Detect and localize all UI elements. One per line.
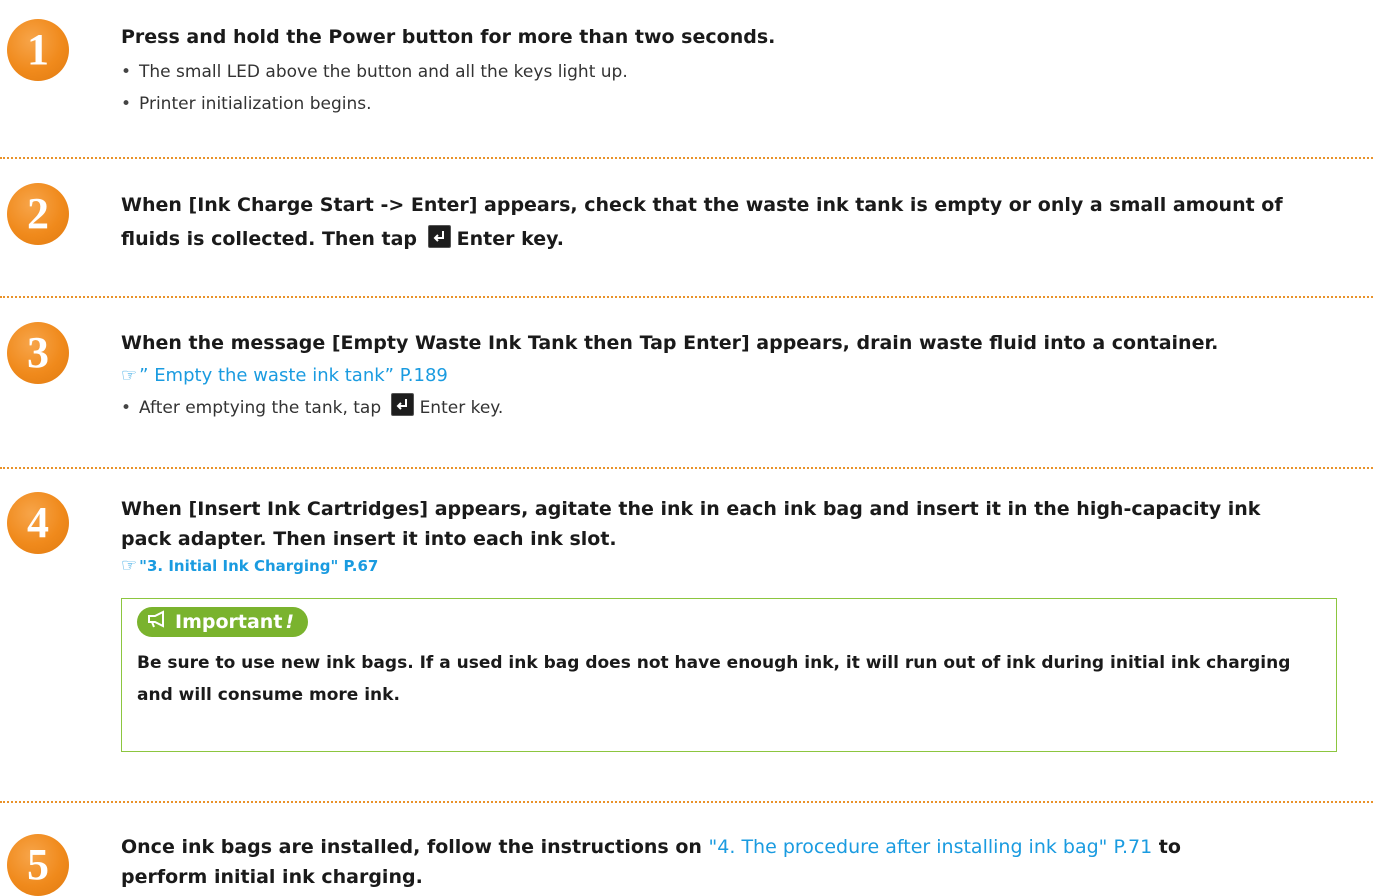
step-number-badge: 3 [7, 322, 69, 384]
step-number-badge: 5 [7, 834, 69, 896]
bullet-dot: • [121, 398, 132, 418]
megaphone-icon [147, 607, 169, 637]
reference-link[interactable]: "4. The procedure after installing ink b… [709, 836, 1153, 858]
bullet-item: • After emptying the tank, tap Enter key. [121, 392, 1365, 424]
enter-key-icon [427, 225, 451, 248]
pointing-hand-icon: ☞ [121, 555, 138, 576]
reference-link[interactable]: ☞” Empty the waste ink tank” P.189 [121, 360, 1365, 392]
step-divider [0, 296, 1373, 298]
pointing-hand-icon: ☞ [121, 365, 138, 386]
step-heading-line2: perform initial ink charging. [121, 866, 423, 888]
step-heading-line1: When [Ink Charge Start -> Enter] appears… [121, 194, 1283, 216]
step-heading: When the message [Empty Waste Ink Tank t… [121, 332, 1219, 354]
step-number-badge: 4 [7, 492, 69, 554]
bullet-item: • Printer initialization begins. [121, 88, 1365, 120]
step-divider [0, 801, 1373, 803]
bullet-dot: • [121, 62, 132, 82]
step-number-badge: 1 [7, 19, 69, 81]
reference-link[interactable]: ☞ "3. Initial Ink Charging" P.67 [121, 554, 1365, 578]
step-heading-line1: Once ink bags are installed, follow the … [121, 836, 1181, 858]
step-heading: Press and hold the Power button for more… [121, 26, 776, 48]
step-heading-line2: pack adapter. Then insert it into each i… [121, 528, 617, 550]
important-text: Be sure to use new ink bags. If a used i… [137, 653, 1291, 705]
step-heading-line1: When [Insert Ink Cartridges] appears, ag… [121, 498, 1261, 520]
step-heading-line2: fluids is collected. Then tap Enter key. [121, 224, 1365, 254]
bullet-item: • The small LED above the button and all … [121, 56, 1365, 88]
step-number-badge: 2 [7, 183, 69, 245]
important-tag: Important! [137, 607, 309, 637]
important-notice: Important! Be sure to use new ink bags. … [121, 598, 1337, 752]
step-divider [0, 157, 1373, 159]
step-divider [0, 467, 1373, 469]
enter-key-icon [390, 393, 414, 416]
bullet-dot: • [121, 94, 132, 114]
